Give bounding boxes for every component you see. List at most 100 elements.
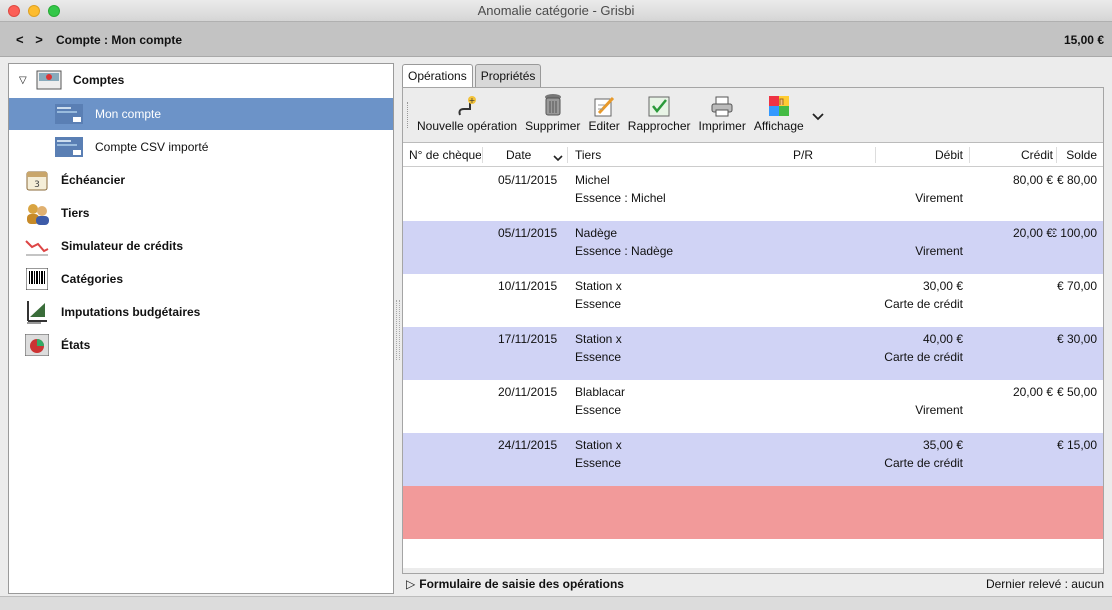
sidebar-item-etats[interactable]: États: [9, 329, 393, 361]
sidebar-item-imputations[interactable]: Imputations budgétaires: [9, 296, 393, 328]
chevron-down-icon: [812, 110, 824, 124]
new-operation-button[interactable]: + Nouvelle opération: [417, 93, 517, 138]
sidebar-item-simulateur[interactable]: Simulateur de crédits: [9, 230, 393, 262]
sidebar-item-categories[interactable]: Catégories: [9, 263, 393, 295]
close-window-button[interactable]: [8, 5, 20, 17]
cell-solde: 30,00 €: [1056, 332, 1097, 346]
cell-payment-mode: Carte de crédit: [884, 456, 963, 470]
pane-splitter[interactable]: [396, 300, 400, 360]
cell-category: Essence : Michel: [575, 191, 666, 205]
cell-debit: 40,00 €: [922, 332, 963, 346]
sidebar-item-comptes[interactable]: ▽ Comptes: [9, 64, 393, 96]
operations-toolbar: + Nouvelle opération Supprimer Editer Ra…: [403, 88, 1103, 138]
cell-date: 24/11/2015: [498, 438, 558, 452]
cell-credit: 20,00 €: [1012, 226, 1053, 240]
cell-solde: 100,00 €: [1053, 226, 1097, 240]
table-row[interactable]: 05/11/2015 Nadège Essence : Nadège Virem…: [403, 221, 1103, 274]
calendar-icon: 3: [23, 168, 51, 192]
cell-tiers: Nadège: [575, 226, 618, 240]
cell-tiers: Station x: [575, 332, 622, 346]
account-title: Compte : Mon compte: [56, 33, 182, 47]
cell-tiers: Station x: [575, 438, 622, 452]
new-operation-icon: +: [456, 93, 478, 117]
table-row[interactable]: 10/11/2015 Station x Essence 30,00 € Car…: [403, 274, 1103, 327]
expand-triangle-icon[interactable]: ▽: [19, 75, 27, 86]
toolbar-more-button[interactable]: [812, 110, 824, 138]
forward-button[interactable]: >: [35, 32, 43, 47]
sidebar-item-label: Imputations budgétaires: [61, 305, 201, 319]
cell-date: 10/11/2015: [498, 279, 558, 293]
delete-button[interactable]: Supprimer: [525, 93, 580, 138]
display-button[interactable]: Affichage: [754, 93, 804, 138]
account-header: < > Compte : Mon compte 15,00 €: [0, 22, 1112, 57]
column-debit[interactable]: Débit: [935, 148, 963, 162]
sort-chevron-down-icon[interactable]: [553, 151, 563, 165]
column-solde[interactable]: Solde: [1066, 148, 1097, 162]
operations-table: N° de chèque Date Tiers P/R Débit Crédit…: [403, 142, 1103, 568]
column-date[interactable]: Date: [506, 148, 531, 162]
column-pr[interactable]: P/R: [793, 148, 813, 162]
operations-panel: + Nouvelle opération Supprimer Editer Ra…: [402, 87, 1104, 574]
sidebar-item-label: Mon compte: [95, 107, 162, 121]
cell-debit: 35,00 €: [922, 438, 963, 452]
edit-button[interactable]: Editer: [588, 93, 620, 138]
trash-icon: [543, 93, 563, 117]
cell-payment-mode: Virement: [915, 244, 963, 258]
cell-solde: 70,00 €: [1056, 279, 1097, 293]
column-tiers[interactable]: Tiers: [575, 148, 601, 162]
table-row[interactable]: 05/11/2015 Michel Essence : Michel Virem…: [403, 168, 1103, 221]
people-icon: [23, 201, 51, 225]
sidebar-item-echeancier[interactable]: 3 Échéancier: [9, 164, 393, 196]
sidebar-item-tiers[interactable]: Tiers: [9, 197, 393, 229]
sidebar-item-label: Échéancier: [61, 173, 126, 187]
form-bar: ▷ Formulaire de saisie des opérations Der…: [402, 575, 1104, 593]
cell-category: Essence: [575, 403, 622, 417]
transaction-form-toggle[interactable]: ▷ Formulaire de saisie des opérations: [406, 577, 624, 591]
report-icon: [23, 333, 51, 357]
last-statement-label: Dernier relevé : aucun: [985, 577, 1104, 591]
sidebar-item-label: Tiers: [61, 206, 90, 220]
chart-icon: [23, 234, 51, 258]
svg-text:3: 3: [34, 180, 40, 190]
navigation-sidebar: ▽ Comptes Mon compte Compte CSV importé …: [8, 63, 394, 594]
cell-category: Essence: [575, 456, 622, 470]
cell-tiers: Station x: [575, 279, 622, 293]
zoom-window-button[interactable]: [48, 5, 60, 17]
svg-text:+: +: [469, 96, 476, 105]
account-card-icon: [55, 102, 83, 126]
sidebar-item-mon-compte[interactable]: Mon compte: [9, 98, 393, 130]
expand-triangle-icon: ▷: [406, 577, 416, 591]
cell-credit: 80,00 €: [1012, 173, 1053, 187]
sidebar-item-label: Compte CSV importé: [95, 140, 209, 154]
accounts-icon: [35, 68, 63, 92]
barcode-icon: [23, 267, 51, 291]
window-titlebar: Anomalie catégorie - Grisbi: [0, 0, 1112, 22]
cell-solde: 50,00 €: [1056, 385, 1097, 399]
new-transaction-row[interactable]: [403, 486, 1103, 539]
sidebar-item-label: Comptes: [73, 73, 125, 87]
sidebar-item-compte-csv[interactable]: Compte CSV importé: [9, 131, 393, 163]
table-row[interactable]: 17/11/2015 Station x Essence 40,00 € Car…: [403, 327, 1103, 380]
cell-payment-mode: Virement: [915, 191, 963, 205]
column-cheque[interactable]: N° de chèque: [409, 148, 481, 162]
budget-icon: [23, 300, 51, 324]
reconcile-button[interactable]: Rapprocher: [628, 93, 691, 138]
tab-proprietes[interactable]: Propriétés: [474, 64, 542, 87]
cell-date: 05/11/2015: [498, 173, 558, 187]
cell-category: Essence: [575, 350, 622, 364]
print-button[interactable]: Imprimer: [699, 93, 746, 138]
table-row[interactable]: 24/11/2015 Station x Essence 35,00 € Car…: [403, 433, 1103, 486]
display-grid-icon: [768, 93, 790, 117]
back-button[interactable]: <: [16, 32, 24, 47]
cell-credit: 20,00 €: [1012, 385, 1053, 399]
cell-payment-mode: Virement: [915, 403, 963, 417]
cell-payment-mode: Carte de crédit: [884, 350, 963, 364]
cell-category: Essence : Nadège: [575, 244, 674, 258]
column-credit[interactable]: Crédit: [1021, 148, 1053, 162]
minimize-window-button[interactable]: [28, 5, 40, 17]
status-bar: [0, 596, 1112, 610]
account-card-icon: [55, 135, 83, 159]
view-tabs: Opérations Propriétés: [402, 64, 543, 87]
table-row[interactable]: 20/11/2015 Blablacar Essence Virement 20…: [403, 380, 1103, 433]
tab-operations[interactable]: Opérations: [402, 64, 473, 87]
